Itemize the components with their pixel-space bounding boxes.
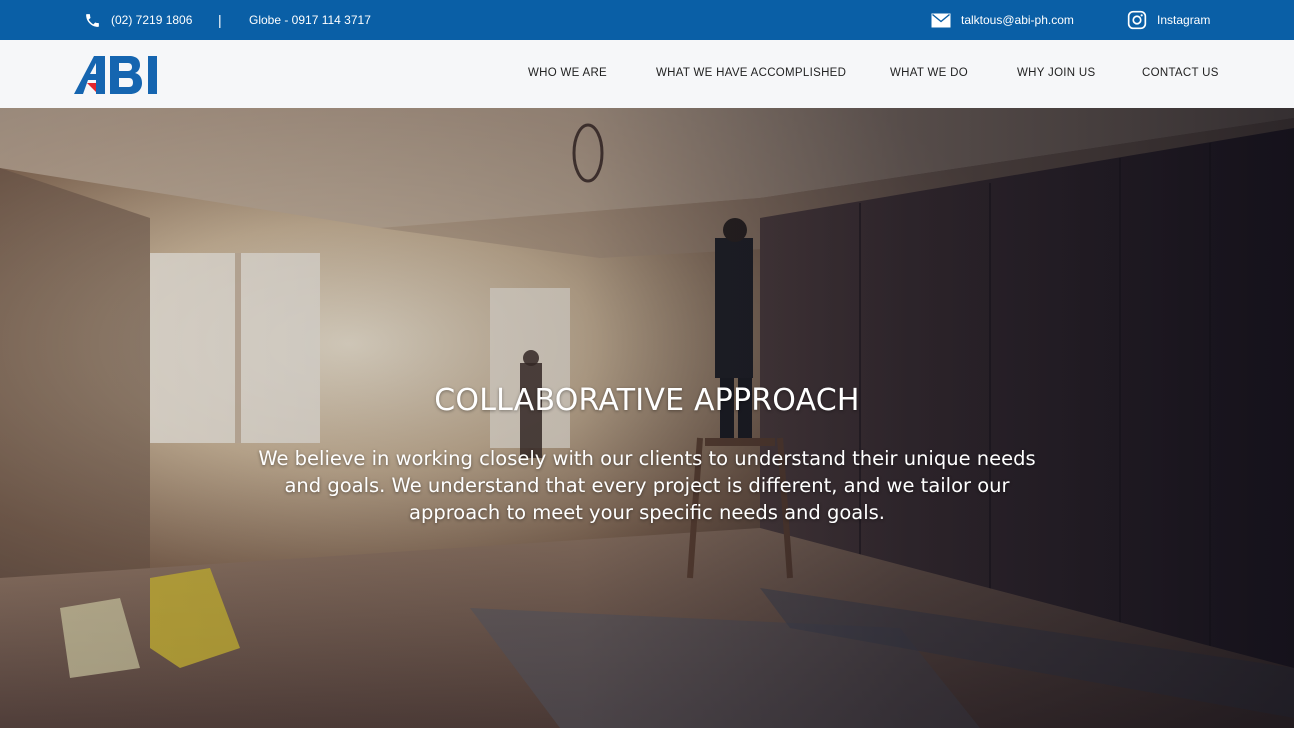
- globe-number[interactable]: Globe - 0917 114 3717: [249, 0, 371, 40]
- mail-icon: [931, 13, 951, 28]
- hero-section: COLLABORATIVE APPROACH We believe in wor…: [0, 108, 1294, 728]
- nav-contact-us[interactable]: CONTACT US: [1142, 67, 1219, 79]
- nav-who-we-are[interactable]: WHO WE ARE: [528, 67, 607, 79]
- phone-icon: [84, 12, 101, 29]
- instagram-label[interactable]: Instagram: [1157, 13, 1210, 27]
- top-contact-bar: (02) 7219 1806 | Globe - 0917 114 3717 t…: [0, 0, 1294, 40]
- instagram-icon: [1127, 10, 1147, 30]
- nav-why-join-us[interactable]: WHY JOIN US: [1017, 67, 1095, 79]
- nav-what-we-do[interactable]: WHAT WE DO: [890, 67, 968, 79]
- topbar-separator: |: [218, 12, 222, 28]
- hero-title: COLLABORATIVE APPROACH: [434, 383, 860, 418]
- hero-description: We believe in working closely with our c…: [258, 447, 1036, 524]
- phone-number[interactable]: (02) 7219 1806: [111, 13, 192, 27]
- hero-dark-overlay: [0, 108, 1294, 728]
- email-address[interactable]: talktous@abi-ph.com: [961, 13, 1074, 27]
- site-header: WHO WE ARE WHAT WE HAVE ACCOMPLISHED WHA…: [0, 40, 1294, 108]
- instagram-link[interactable]: Instagram: [1127, 0, 1210, 40]
- nav-what-we-have-accomplished[interactable]: WHAT WE HAVE ACCOMPLISHED: [656, 67, 846, 79]
- abi-logo[interactable]: [74, 54, 172, 96]
- phone-contact[interactable]: (02) 7219 1806: [84, 0, 192, 40]
- email-contact[interactable]: talktous@abi-ph.com: [931, 0, 1074, 40]
